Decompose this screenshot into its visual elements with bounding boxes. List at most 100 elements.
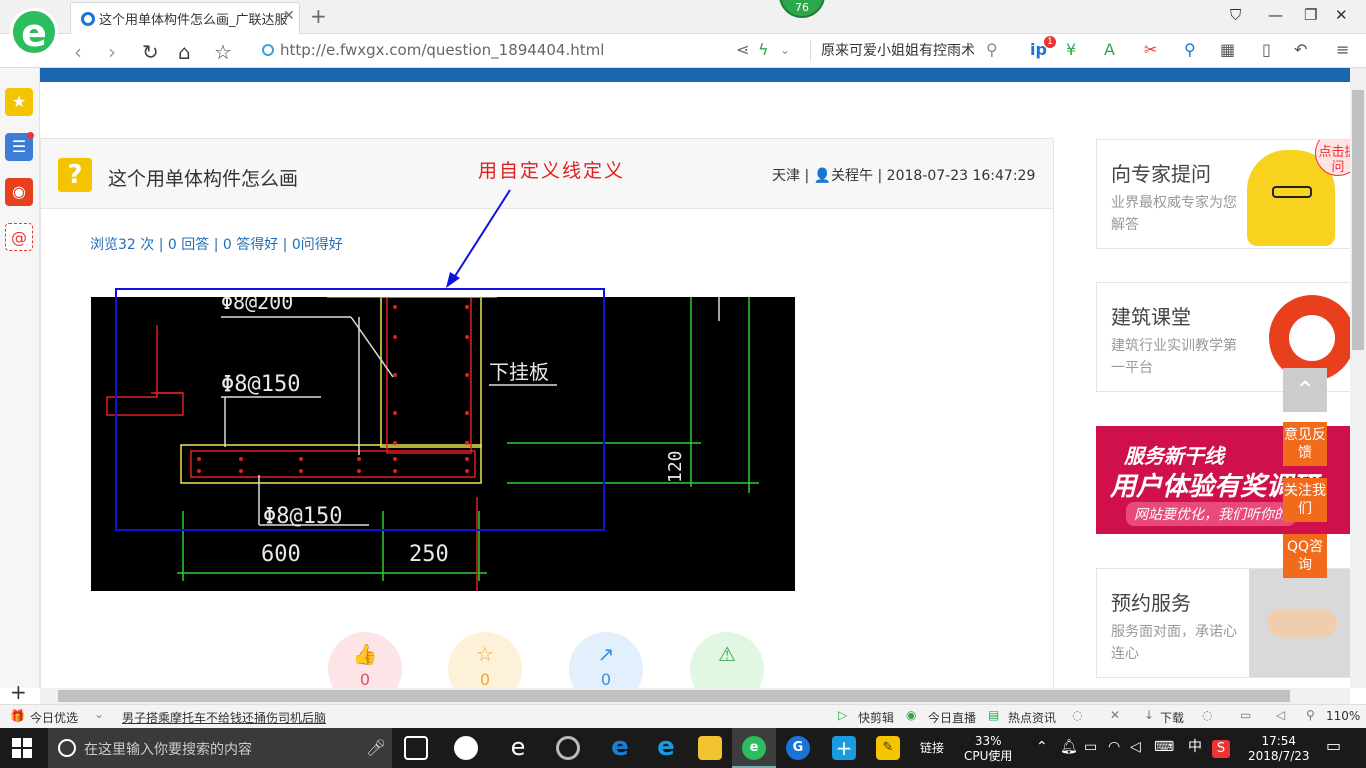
keyboard-icon[interactable]: ⌨ bbox=[1154, 740, 1174, 755]
expert-card[interactable]: 向专家提问 业界最权威专家为您解答 点击提问 bbox=[1096, 139, 1354, 249]
live-link[interactable]: 今日直播 bbox=[928, 709, 976, 726]
qq-button[interactable]: QQ咨询 bbox=[1283, 534, 1327, 578]
quick-cut-link[interactable]: 快剪辑 bbox=[858, 709, 894, 726]
notification-count: 1 bbox=[1044, 36, 1056, 48]
back-to-top-icon[interactable]: ⌃ bbox=[1283, 368, 1327, 412]
news-link[interactable]: 男子搭乘摩托车不给钱还捅伤司机后脑 bbox=[122, 709, 326, 726]
question-stats[interactable]: 浏览32 次 | 0 回答 | 0 答得好 | 0问得好 bbox=[90, 234, 343, 254]
accelerate-icon[interactable]: ◌ bbox=[1072, 708, 1082, 722]
url-field[interactable]: http://e.fwxgx.com/question_1894404.html bbox=[262, 41, 732, 61]
search-icon[interactable]: ⚲ bbox=[986, 40, 998, 59]
zoom-icon[interactable]: ⚲ bbox=[1306, 708, 1315, 722]
wallet-icon[interactable]: ¥ bbox=[1066, 40, 1076, 59]
zoom-level[interactable]: 110% bbox=[1326, 709, 1360, 723]
follow-button[interactable]: 关注我们 bbox=[1283, 478, 1327, 522]
reader-icon[interactable]: ▯ bbox=[1262, 40, 1271, 59]
hot-news-link[interactable]: 热点资讯 bbox=[1008, 709, 1056, 726]
question-title: 这个用单体构件怎么画 bbox=[108, 168, 299, 190]
secure-icon bbox=[262, 44, 274, 56]
handshake-hands-icon bbox=[1267, 609, 1337, 637]
url-text: http://e.fwxgx.com/question_1894404.html bbox=[280, 41, 605, 59]
internet-explorer-icon[interactable]: e bbox=[654, 734, 678, 760]
booking-card[interactable]: 预约服务 服务面对面，承诺心连心 bbox=[1096, 568, 1354, 678]
wifi-icon[interactable]: ◠ bbox=[1108, 740, 1120, 755]
cpu-label: CPU使用 bbox=[964, 749, 1013, 763]
spiral-app-icon[interactable] bbox=[556, 736, 580, 760]
forward-icon[interactable]: › bbox=[108, 40, 116, 64]
minimize-icon[interactable]: — bbox=[1268, 6, 1283, 24]
volume-icon[interactable]: ◁ bbox=[1276, 708, 1285, 722]
site-favicon-icon bbox=[81, 12, 95, 26]
today-picks[interactable]: 今日优选 bbox=[30, 709, 78, 726]
taskbar-search-placeholder: 在这里输入你要搜索的内容 bbox=[84, 742, 252, 758]
refresh-icon[interactable]: ↻ bbox=[142, 40, 159, 64]
warning-icon: ⚠ bbox=[718, 642, 736, 666]
download-link[interactable]: 下载 bbox=[1160, 709, 1184, 726]
chevron-down-icon[interactable]: ⌄ bbox=[94, 707, 104, 721]
notes-app-icon[interactable]: ✎ bbox=[876, 736, 900, 760]
tab-title: 这个用单体构件怎么画_广联达服 bbox=[99, 13, 288, 28]
speaker-icon[interactable]: ◁ bbox=[1130, 740, 1141, 755]
apps-icon[interactable]: ▦ bbox=[1220, 40, 1235, 59]
question-mark-icon: ? bbox=[58, 158, 92, 192]
action-center-icon[interactable]: ▭ bbox=[1326, 738, 1341, 754]
taskbar-search[interactable]: 在这里输入你要搜索的内容 bbox=[48, 728, 392, 768]
pinwheel-app-icon[interactable] bbox=[454, 736, 478, 760]
annotation-box bbox=[115, 288, 605, 531]
chevron-down-icon[interactable]: ⌄ bbox=[780, 43, 790, 57]
microphone-icon[interactable]: 🎤︎ bbox=[366, 738, 386, 757]
window-close-icon[interactable]: ✕ bbox=[1335, 6, 1348, 24]
clock[interactable]: 17:54 2018/7/23 bbox=[1248, 734, 1310, 764]
magnifier-icon[interactable]: ⚲ bbox=[1184, 40, 1196, 59]
feedback-button[interactable]: 意见反馈 bbox=[1283, 422, 1327, 466]
question-meta: 天津 | 👤关程午 | 2018-07-23 16:47:29 bbox=[772, 168, 1036, 184]
browser-logo-icon[interactable]: e bbox=[10, 8, 58, 56]
star-icon: ☆ bbox=[476, 642, 494, 666]
menu-icon[interactable]: ≡ bbox=[1336, 40, 1349, 59]
email-icon[interactable]: @ bbox=[5, 223, 33, 251]
file-explorer-icon[interactable] bbox=[698, 736, 722, 760]
links-toolbar[interactable]: 链接 bbox=[920, 741, 944, 756]
plus-app-icon[interactable]: + bbox=[832, 736, 856, 760]
window-mode-icon[interactable]: ▭ bbox=[1240, 708, 1251, 722]
restore-icon[interactable]: ❐ bbox=[1304, 6, 1317, 24]
vertical-scroll-thumb[interactable] bbox=[1352, 90, 1364, 350]
search-input[interactable]: 原来可爱小姐姐有控雨术 bbox=[810, 40, 1010, 62]
back-icon[interactable]: ‹ bbox=[74, 40, 82, 64]
favorite-star-icon[interactable]: ☆ bbox=[214, 40, 232, 64]
pin-icon[interactable]: ✕ bbox=[1110, 708, 1120, 722]
ie-mode-icon[interactable]: ◌ bbox=[1202, 708, 1212, 722]
hot-news-icon: ▤ bbox=[988, 708, 1000, 722]
360-browser-icon[interactable]: e bbox=[742, 736, 766, 760]
bell-icon[interactable]: 🔔︎ bbox=[1060, 740, 1078, 755]
tab-close-icon[interactable]: ✕ bbox=[283, 8, 295, 24]
expert-title: 向专家提问 bbox=[1111, 162, 1211, 186]
tab-active[interactable]: 这个用单体构件怎么画_广联达服 bbox=[70, 2, 300, 34]
cad-label-600: 600 bbox=[261, 542, 301, 567]
cad-label-250: 250 bbox=[409, 542, 449, 567]
translate-icon[interactable]: A bbox=[1104, 40, 1115, 59]
ie-alt-icon[interactable]: e bbox=[506, 735, 530, 760]
share-icon[interactable]: ⋖ bbox=[736, 40, 749, 59]
classroom-logo-inner-icon bbox=[1289, 315, 1335, 361]
battery-icon[interactable]: ▭ bbox=[1084, 740, 1097, 755]
sogou-icon[interactable]: S bbox=[1212, 740, 1230, 758]
new-tab-icon[interactable]: + bbox=[310, 4, 327, 28]
side-panel bbox=[0, 68, 40, 688]
undo-icon[interactable]: ↶ bbox=[1294, 40, 1307, 59]
weibo-icon[interactable]: ◉ bbox=[5, 178, 33, 206]
windows-start-icon[interactable] bbox=[12, 738, 32, 758]
glodon-app-icon[interactable]: G bbox=[786, 736, 810, 760]
home-icon[interactable]: ⌂ bbox=[178, 40, 191, 64]
horizontal-scroll-thumb[interactable] bbox=[58, 690, 1290, 702]
tray-up-icon[interactable]: ⌃ bbox=[1036, 740, 1048, 755]
edge-icon[interactable]: e bbox=[608, 734, 632, 760]
ime-indicator[interactable]: 中 bbox=[1188, 740, 1202, 755]
screenshot-icon[interactable]: ✂ bbox=[1144, 40, 1157, 59]
task-view-icon[interactable] bbox=[404, 736, 428, 760]
add-panel-icon[interactable]: + bbox=[10, 680, 27, 704]
download-icon: ↓ bbox=[1144, 708, 1155, 722]
lightning-icon[interactable]: ϟ bbox=[758, 40, 769, 59]
shirt-icon[interactable]: ⛉ bbox=[1230, 6, 1241, 24]
favorites-star-icon[interactable]: ★ bbox=[5, 88, 33, 116]
